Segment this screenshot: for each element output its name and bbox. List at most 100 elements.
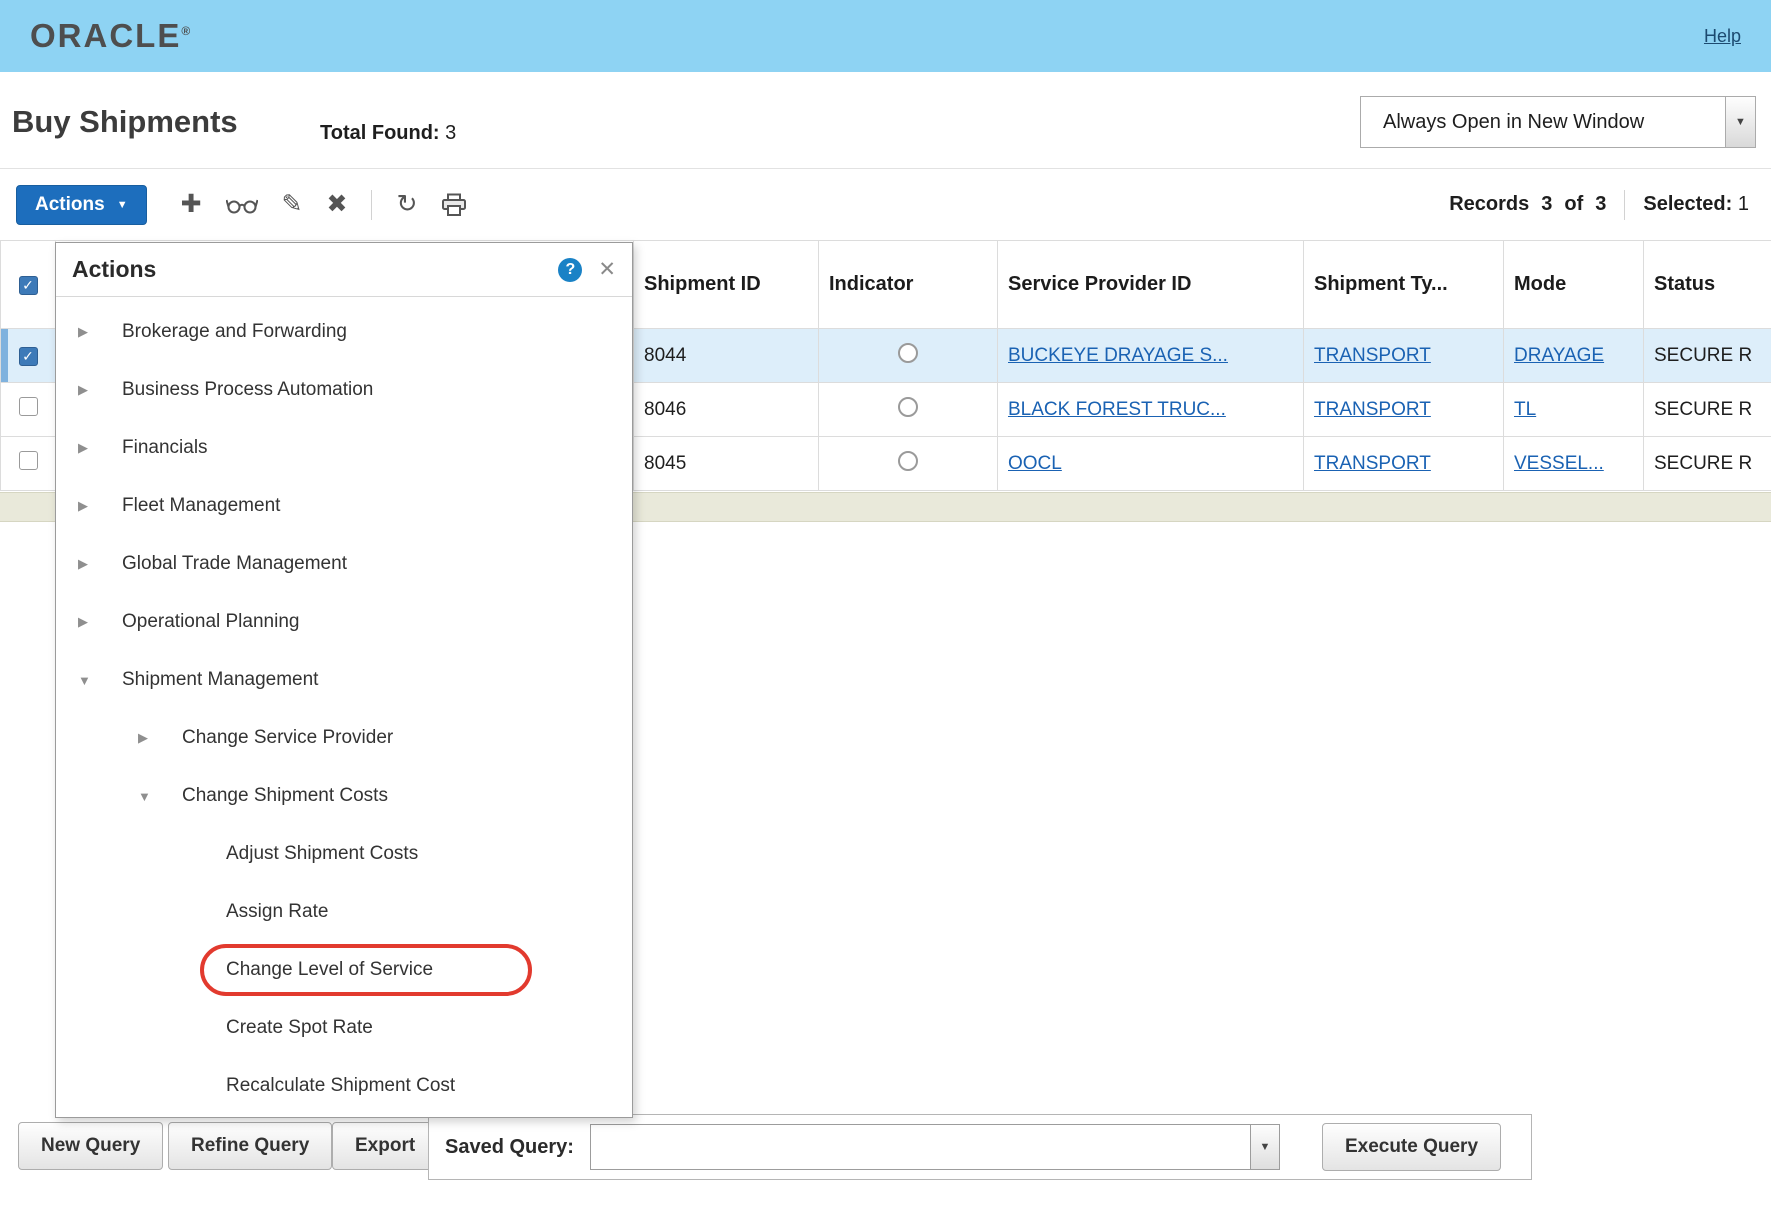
menu-item-label: Global Trade Management [122,553,347,574]
shipment-type-link[interactable]: TRANSPORT [1314,345,1431,366]
close-icon[interactable]: ✕ [598,257,616,282]
view-glasses-icon[interactable] [225,196,258,214]
chevron-down-icon[interactable]: ▼ [78,673,96,688]
menu-item-label: Create Spot Rate [226,1017,373,1038]
new-query-button[interactable]: New Query [18,1122,164,1170]
row-checkbox[interactable] [18,397,38,416]
records-count: Records 3 of 3 [1449,193,1606,216]
menu-item-business-process-automation[interactable]: ▶ Business Process Automation [56,361,632,419]
chevron-down-icon: ▼ [116,198,128,211]
menu-item-shipment-management[interactable]: ▼ Shipment Management [56,651,632,709]
selected-value: 1 [1737,193,1749,215]
saved-query-label: Saved Query: [445,1135,574,1158]
chevron-down-icon[interactable]: ▼ [138,789,156,804]
export-button[interactable]: Export [332,1122,439,1170]
chevron-down-icon[interactable]: ▼ [1725,97,1755,147]
menu-item-change-service-provider[interactable]: ▶ Change Service Provider [56,709,632,767]
help-link[interactable]: Help [1704,26,1741,47]
mode-link[interactable]: TL [1514,399,1536,420]
column-header-service-provider[interactable]: Service Provider ID [997,240,1304,329]
add-icon[interactable]: ✚ [181,192,202,217]
shipment-id-cell: 8046 [633,382,819,437]
service-provider-link[interactable]: BUCKEYE DRAYAGE S... [1008,345,1228,366]
row-checkbox[interactable]: ✓ [18,346,38,366]
menu-item-adjust-shipment-costs[interactable]: Adjust Shipment Costs [56,825,632,883]
service-provider-cell: OOCL [997,436,1304,491]
app-window: ORACLE® Help Buy Shipments Total Found: … [0,0,1771,1215]
select-all-checkbox[interactable]: ✓ [18,276,38,295]
mode-cell: DRAYAGE [1503,328,1644,383]
row-checkbox[interactable] [18,451,38,470]
indicator-radio[interactable] [898,450,918,471]
actions-popup-header: Actions ? ✕ [56,243,632,297]
indicator-radio[interactable] [898,396,918,417]
refine-query-button[interactable]: Refine Query [168,1122,333,1170]
chevron-right-icon[interactable]: ▶ [78,440,96,456]
column-header-status[interactable]: Status [1643,240,1771,329]
indicator-radio[interactable] [898,342,918,363]
chevron-right-icon[interactable]: ▶ [78,382,96,398]
mode-cell: VESSEL... [1503,436,1644,491]
chevron-right-icon[interactable]: ▶ [78,614,96,630]
edit-pencil-icon[interactable]: ✎ [282,192,303,217]
service-provider-link[interactable]: OOCL [1008,453,1062,474]
row-select-cell: ✓ [0,328,56,383]
service-provider-cell: BLACK FOREST TRUC... [997,382,1304,437]
indicator-cell [818,382,998,437]
chevron-down-icon[interactable]: ▼ [1249,1124,1280,1170]
column-header-shipment-type[interactable]: Shipment Ty... [1303,240,1504,329]
service-provider-link[interactable]: BLACK FOREST TRUC... [1008,399,1226,420]
menu-item-recalculate-shipment-cost[interactable]: Recalculate Shipment Cost [56,1057,632,1115]
print-icon[interactable] [441,193,467,217]
chevron-right-icon[interactable]: ▶ [78,324,96,340]
actions-button[interactable]: Actions ▼ [16,184,147,225]
toolbar-icons: ✚ ✎ ✖ ↻ [181,189,468,220]
menu-item-brokerage-and-forwarding[interactable]: ▶ Brokerage and Forwarding [56,303,632,361]
menu-item-label: Change Service Provider [182,727,394,748]
service-provider-cell: BUCKEYE DRAYAGE S... [997,328,1304,383]
open-mode-dropdown[interactable]: Always Open in New Window ▼ [1360,96,1756,148]
delete-icon[interactable]: ✖ [326,192,347,217]
menu-item-label: Adjust Shipment Costs [226,843,419,864]
menu-item-assign-rate[interactable]: Assign Rate [56,883,632,941]
shipment-type-link[interactable]: TRANSPORT [1314,399,1431,420]
menu-item-change-shipment-costs[interactable]: ▼ Change Shipment Costs [56,767,632,825]
shipment-id-cell: 8045 [633,436,819,491]
selected-count: Selected: 1 [1643,193,1749,216]
shipment-type-cell: TRANSPORT [1303,328,1504,383]
chevron-right-icon[interactable]: ▶ [138,730,156,746]
menu-item-change-level-of-service[interactable]: Change Level of Service [56,941,632,999]
menu-item-operational-planning[interactable]: ▶ Operational Planning [56,593,632,651]
actions-menu: ▶ Brokerage and Forwarding ▶ Business Pr… [56,297,632,1117]
open-mode-value: Always Open in New Window [1383,110,1645,133]
records-of-label: of [1564,193,1584,215]
menu-item-global-trade-management[interactable]: ▶ Global Trade Management [56,535,632,593]
registered-mark: ® [181,24,191,38]
shipment-id-cell: 8044 [633,328,819,383]
column-header-shipment-id[interactable]: Shipment ID [633,240,819,329]
select-all-header: ✓ [0,240,56,329]
shipment-type-link[interactable]: TRANSPORT [1314,453,1431,474]
saved-query-dropdown[interactable]: ▼ [589,1124,1280,1170]
mode-link[interactable]: DRAYAGE [1514,345,1604,366]
refresh-icon[interactable]: ↻ [396,192,417,217]
menu-item-label: Change Shipment Costs [182,785,388,806]
column-header-indicator[interactable]: Indicator [818,240,998,329]
help-icon[interactable]: ? [558,257,583,282]
row-select-cell [0,436,56,491]
menu-item-financials[interactable]: ▶ Financials [56,419,632,477]
row-select-cell [0,382,56,437]
execute-query-button[interactable]: Execute Query [1321,1123,1502,1171]
column-header-mode[interactable]: Mode [1503,240,1644,329]
mode-link[interactable]: VESSEL... [1514,453,1604,474]
indicator-cell [818,328,998,383]
menu-item-create-spot-rate[interactable]: Create Spot Rate [56,999,632,1057]
actions-popup: Actions ? ✕ ▶ Brokerage and Forwarding ▶… [55,242,633,1118]
status-cell: SECURE R [1643,328,1771,383]
chevron-right-icon[interactable]: ▶ [78,498,96,514]
chevron-right-icon[interactable]: ▶ [78,556,96,572]
records-label: Records [1449,193,1530,215]
mode-cell: TL [1503,382,1644,437]
saved-query-input[interactable] [589,1124,1250,1170]
menu-item-fleet-management[interactable]: ▶ Fleet Management [56,477,632,535]
